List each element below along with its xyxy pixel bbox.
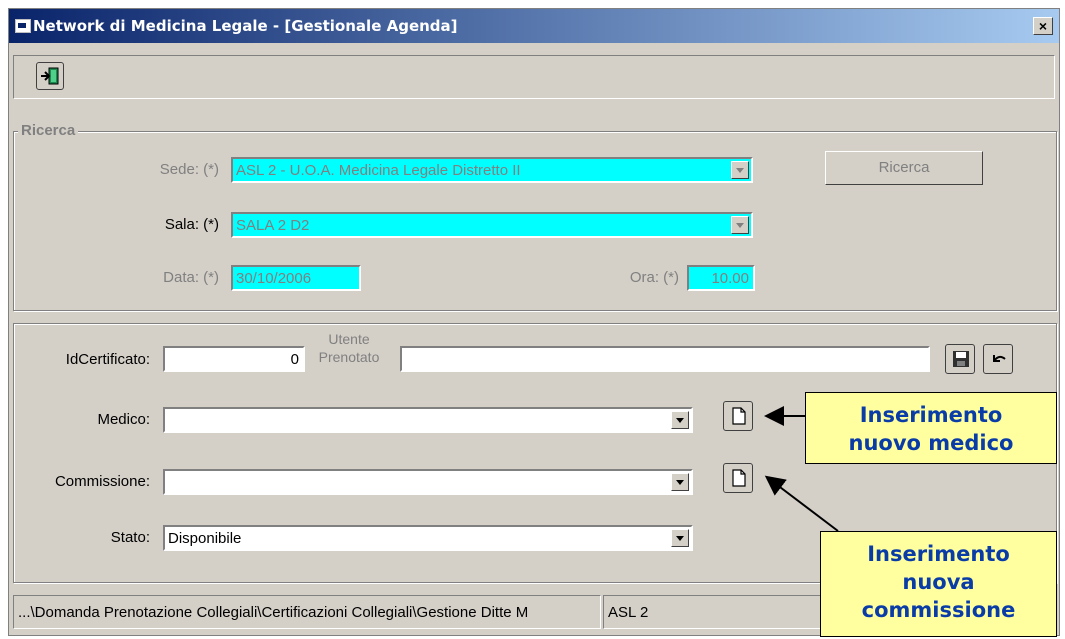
ricerca-button[interactable]: Ricerca xyxy=(825,151,983,185)
save-button[interactable] xyxy=(945,344,975,374)
sala-select[interactable]: SALA 2 D2 xyxy=(231,212,753,238)
sede-label: Sede: (*) xyxy=(159,161,219,178)
chevron-down-icon[interactable] xyxy=(731,216,749,234)
status-path: ...\Domanda Prenotazione Collegiali\Cert… xyxy=(18,604,529,621)
sala-value: SALA 2 D2 xyxy=(236,217,310,234)
idcertificato-field[interactable]: 0 xyxy=(163,346,305,372)
idcertificato-value: 0 xyxy=(290,351,299,368)
undo-icon xyxy=(993,355,1006,362)
ricerca-legend: Ricerca xyxy=(18,122,79,139)
utente-prenotato-field[interactable] xyxy=(400,346,930,372)
chevron-down-icon[interactable] xyxy=(671,411,689,429)
stato-label: Stato: xyxy=(110,529,150,546)
data-label: Data: (*) xyxy=(163,269,219,286)
exit-button[interactable] xyxy=(36,62,64,90)
sala-label: Sala: (*) xyxy=(164,216,219,233)
callout-new-medico: Inserimento nuovo medico xyxy=(805,392,1057,464)
close-button[interactable]: × xyxy=(1033,17,1053,35)
utente-label-line2: Prenotato xyxy=(318,349,380,365)
callout-new-commissione-line1: Inserimento xyxy=(867,542,1010,566)
callout-new-commissione-line3: commissione xyxy=(861,598,1016,622)
medico-label: Medico: xyxy=(97,411,150,428)
chevron-down-icon[interactable] xyxy=(731,161,749,179)
window-title: Network di Medicina Legale - [Gestionale… xyxy=(33,17,458,35)
ora-label: Ora: (*) xyxy=(629,269,679,286)
app-icon xyxy=(15,19,31,33)
chevron-down-icon[interactable] xyxy=(671,529,689,547)
stato-value: Disponibile xyxy=(168,530,242,547)
ora-field[interactable]: 10.00 xyxy=(687,265,755,291)
callout-new-medico-line1: Inserimento xyxy=(859,403,1003,427)
ora-value: 10.00 xyxy=(711,270,749,287)
toolbar xyxy=(13,55,1055,99)
stato-select[interactable]: Disponibile xyxy=(163,525,693,551)
new-medico-button[interactable] xyxy=(723,401,753,431)
callout-new-medico-line2: nuovo medico xyxy=(848,431,1014,455)
title-bar: Network di Medicina Legale - [Gestionale… xyxy=(9,9,1059,43)
new-document-icon xyxy=(732,407,746,425)
medico-select[interactable] xyxy=(163,407,693,433)
data-field[interactable]: 30/10/2006 xyxy=(231,265,361,291)
status-path-panel: ...\Domanda Prenotazione Collegiali\Cert… xyxy=(13,595,601,629)
commissione-select[interactable] xyxy=(163,469,693,495)
idcertificato-label: IdCertificato: xyxy=(65,351,150,368)
new-commissione-button[interactable] xyxy=(723,463,753,493)
status-asl: ASL 2 xyxy=(608,604,649,621)
callout-new-commissione-line2: nuova xyxy=(902,570,975,594)
undo-button[interactable] xyxy=(983,344,1013,374)
floppy-disk-icon xyxy=(953,351,969,367)
data-value: 30/10/2006 xyxy=(236,270,312,287)
callout-new-commissione: Inserimento nuova commissione xyxy=(820,531,1057,637)
commissione-label: Commissione: xyxy=(54,473,150,490)
new-document-icon xyxy=(732,469,746,487)
sede-value: ASL 2 - U.O.A. Medicina Legale Distretto… xyxy=(236,162,521,179)
sede-select[interactable]: ASL 2 - U.O.A. Medicina Legale Distretto… xyxy=(231,157,753,183)
chevron-down-icon[interactable] xyxy=(671,473,689,491)
exit-door-icon xyxy=(41,67,59,85)
utente-label-line1: Utente xyxy=(328,331,370,347)
